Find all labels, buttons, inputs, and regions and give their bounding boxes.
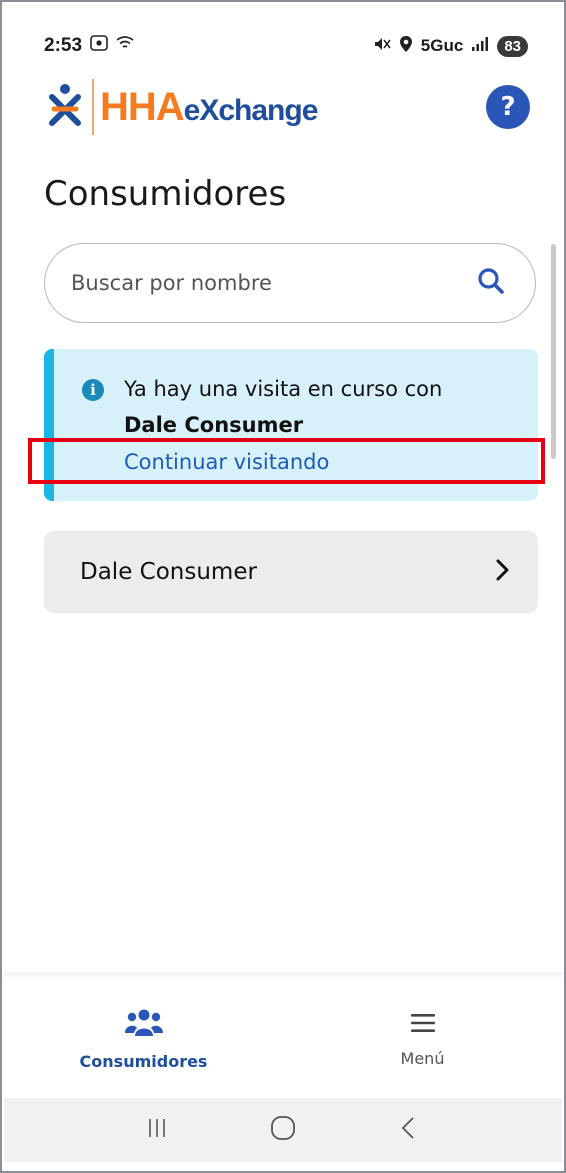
search-icon[interactable]: [477, 267, 505, 299]
hamburger-icon: [410, 1011, 436, 1039]
home-icon[interactable]: [270, 1115, 296, 1145]
ongoing-visit-banner: i Ya hay una visita en curso con Dale Co…: [44, 349, 538, 501]
page-title: Consumidores: [44, 174, 287, 214]
logo-exchange-text: eXchange: [183, 93, 319, 127]
status-bar: 2:53 5Guc 83: [20, 24, 546, 68]
nav-label-menu: Menú: [400, 1048, 445, 1068]
logo-hha-text: HHA: [100, 84, 185, 129]
location-icon: [399, 35, 413, 58]
search-bar: [44, 243, 536, 323]
status-time: 2:53: [44, 35, 83, 56]
scrollbar[interactable]: [551, 244, 556, 459]
bottom-navigation: Consumidores Menú: [4, 980, 562, 1098]
nav-label-consumidores: Consumidores: [79, 1051, 208, 1071]
battery-indicator: 83: [497, 35, 528, 57]
banner-message: Ya hay una visita en curso con: [124, 377, 443, 401]
banner-consumer-name: Dale Consumer: [124, 413, 304, 437]
help-button[interactable]: ?: [486, 85, 530, 129]
system-navigation-bar: [4, 1098, 562, 1162]
signal-icon: [471, 36, 489, 56]
chevron-right-icon: [490, 557, 516, 587]
wifi-icon: [116, 35, 134, 57]
back-icon[interactable]: [397, 1116, 421, 1144]
network-label: 5Guc: [420, 36, 464, 55]
nav-item-consumidores[interactable]: Consumidores: [4, 980, 283, 1098]
app-header: HHAeXchange ?: [48, 72, 530, 142]
help-icon: ?: [500, 92, 516, 122]
recent-apps-icon[interactable]: [145, 1116, 169, 1144]
nav-item-menu[interactable]: Menú: [283, 980, 562, 1098]
list-item[interactable]: Dale Consumer: [44, 531, 538, 613]
screen-record-icon: [90, 35, 108, 57]
hhaexchange-logo: HHAeXchange: [48, 77, 319, 137]
consumer-name: Dale Consumer: [80, 559, 257, 585]
continue-visit-link[interactable]: Continuar visitando: [124, 450, 329, 474]
phone-screen: 2:53 5Guc 83 HHAeXchange ? Consumidores …: [0, 0, 566, 1173]
users-icon: [124, 1008, 163, 1042]
logo-figure-icon: [48, 83, 82, 131]
mute-icon: [373, 36, 391, 57]
search-input[interactable]: [69, 270, 477, 296]
info-icon: i: [82, 379, 104, 401]
